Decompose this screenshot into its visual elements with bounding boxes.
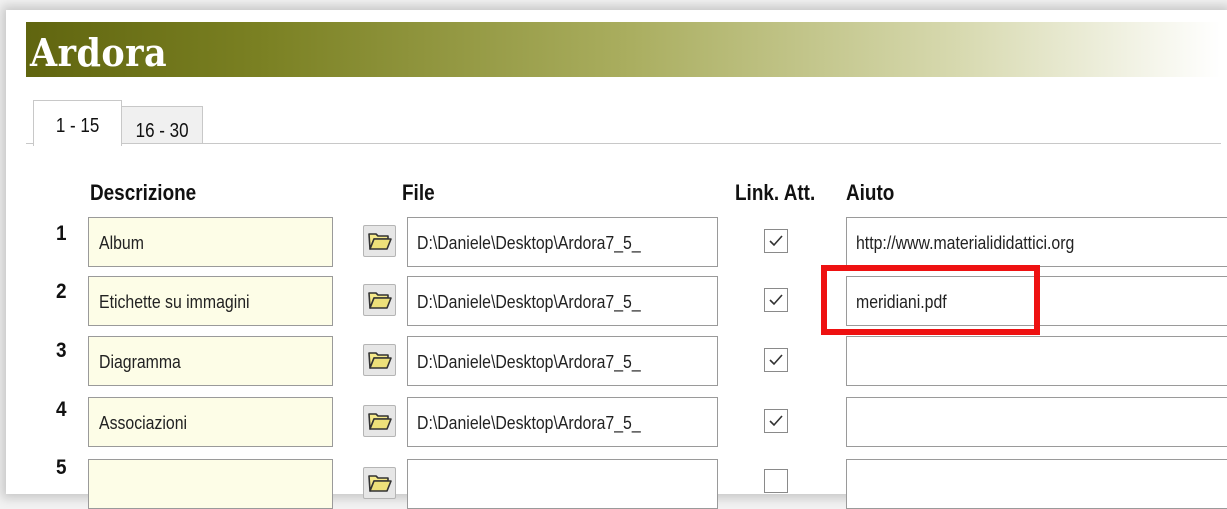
folder-open-icon <box>368 352 392 369</box>
description-field[interactable]: Associazioni <box>88 397 333 447</box>
file-path-value: D:\Daniele\Desktop\Ardora7_5_ <box>417 292 641 312</box>
row-number: 4 <box>56 398 67 421</box>
aiuto-field[interactable] <box>846 336 1227 386</box>
tab-16-30[interactable]: 16 - 30 <box>122 106 203 144</box>
tab-1-15[interactable]: 1 - 15 <box>33 100 122 146</box>
link-checkbox[interactable] <box>764 229 788 253</box>
browse-file-button[interactable] <box>363 344 396 376</box>
aiuto-field[interactable] <box>846 397 1227 447</box>
row-number: 5 <box>56 456 67 479</box>
file-path-value: D:\Daniele\Desktop\Ardora7_5_ <box>417 233 641 253</box>
tab-16-30-label: 16 - 30 <box>135 120 189 142</box>
description-field[interactable] <box>88 459 333 509</box>
link-checkbox[interactable] <box>764 409 788 433</box>
browse-file-button[interactable] <box>363 284 396 316</box>
header-link-att: Link. Att. <box>735 180 816 205</box>
tab-1-15-label: 1 - 15 <box>55 115 100 137</box>
checkmark-icon <box>769 235 783 247</box>
description-value: Diagramma <box>99 352 181 372</box>
browse-file-button[interactable] <box>363 405 396 437</box>
file-path-field[interactable] <box>407 459 718 509</box>
tab-strip-line <box>26 143 1221 144</box>
row-number: 3 <box>56 339 67 362</box>
folder-open-icon <box>368 475 392 492</box>
browse-file-button[interactable] <box>363 225 396 257</box>
file-path-value: D:\Daniele\Desktop\Ardora7_5_ <box>417 352 641 372</box>
aiuto-field[interactable]: http://www.materialididattici.org <box>846 217 1227 267</box>
header-aiuto: Aiuto <box>846 180 895 205</box>
description-value: Album <box>99 233 144 253</box>
link-checkbox[interactable] <box>764 469 788 493</box>
aiuto-value: http://www.materialididattici.org <box>856 233 1075 253</box>
description-field[interactable]: Etichette su immagini <box>88 276 333 326</box>
row-number: 1 <box>56 222 67 245</box>
description-value: Associazioni <box>99 413 188 433</box>
checkmark-icon <box>769 354 783 366</box>
description-field[interactable]: Diagramma <box>88 336 333 386</box>
folder-open-icon <box>368 413 392 430</box>
file-path-value: D:\Daniele\Desktop\Ardora7_5_ <box>417 413 641 433</box>
checkmark-icon <box>769 294 783 306</box>
folder-open-icon <box>368 292 392 309</box>
aiuto-field[interactable] <box>846 459 1227 509</box>
folder-open-icon <box>368 233 392 250</box>
app-title: Ardora <box>30 30 168 75</box>
highlight-annotation <box>821 265 1040 335</box>
link-checkbox[interactable] <box>764 288 788 312</box>
file-path-field[interactable]: D:\Daniele\Desktop\Ardora7_5_ <box>407 276 718 326</box>
link-checkbox[interactable] <box>764 348 788 372</box>
file-path-field[interactable]: D:\Daniele\Desktop\Ardora7_5_ <box>407 217 718 267</box>
browse-file-button[interactable] <box>363 467 396 499</box>
description-value: Etichette su immagini <box>99 292 250 312</box>
header-file: File <box>402 180 435 205</box>
file-path-field[interactable]: D:\Daniele\Desktop\Ardora7_5_ <box>407 336 718 386</box>
title-bar <box>26 22 1221 77</box>
description-field[interactable]: Album <box>88 217 333 267</box>
file-path-field[interactable]: D:\Daniele\Desktop\Ardora7_5_ <box>407 397 718 447</box>
checkmark-icon <box>769 415 783 427</box>
row-number: 2 <box>56 280 67 303</box>
header-descrizione: Descrizione <box>90 180 197 205</box>
